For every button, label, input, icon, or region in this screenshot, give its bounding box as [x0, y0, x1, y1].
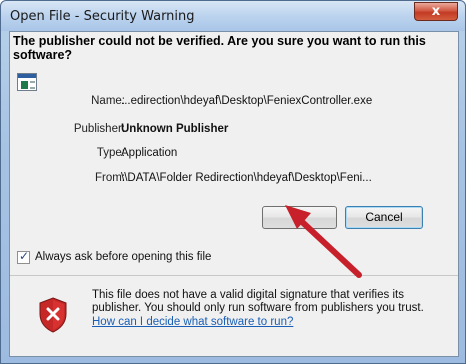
type-label: Type:	[96, 147, 125, 159]
publisher-value: Unknown Publisher	[121, 123, 229, 135]
always-ask-checkbox[interactable]: ✓	[17, 249, 30, 264]
name-value: ...edirection\hdeyaf\Desktop\FeniexContr…	[121, 95, 373, 107]
signature-warning-text: This file does not have a valid digital …	[92, 289, 424, 314]
run-button[interactable]: R	[262, 206, 337, 229]
security-shield-icon	[39, 297, 67, 333]
name-label: Name:	[91, 95, 125, 107]
cancel-button[interactable]: Cancel	[345, 206, 423, 229]
close-button[interactable]: x	[414, 2, 458, 21]
details-pane	[10, 32, 458, 288]
window-title: Open File - Security Warning	[10, 9, 195, 24]
from-label: From:	[94, 172, 125, 184]
publisher-label: Publisher:	[73, 123, 125, 135]
warning-headline: The publisher could not be verified. Are…	[13, 34, 426, 62]
type-value: Application	[121, 147, 178, 159]
section-divider	[10, 275, 458, 276]
signature-warning-pane: This file does not have a valid digital …	[10, 281, 458, 355]
from-value: \\DATA\Folder Redirection\hdeyaf\Desktop…	[121, 172, 372, 184]
application-icon	[17, 73, 37, 91]
help-link[interactable]: How can I decide what software to run?	[92, 316, 293, 328]
title-bar[interactable]: Open File - Security Warning x	[1, 1, 465, 31]
always-ask-label[interactable]: Always ask before opening this file	[35, 251, 211, 263]
security-warning-dialog: Open File - Security Warning x The publi…	[0, 0, 466, 364]
